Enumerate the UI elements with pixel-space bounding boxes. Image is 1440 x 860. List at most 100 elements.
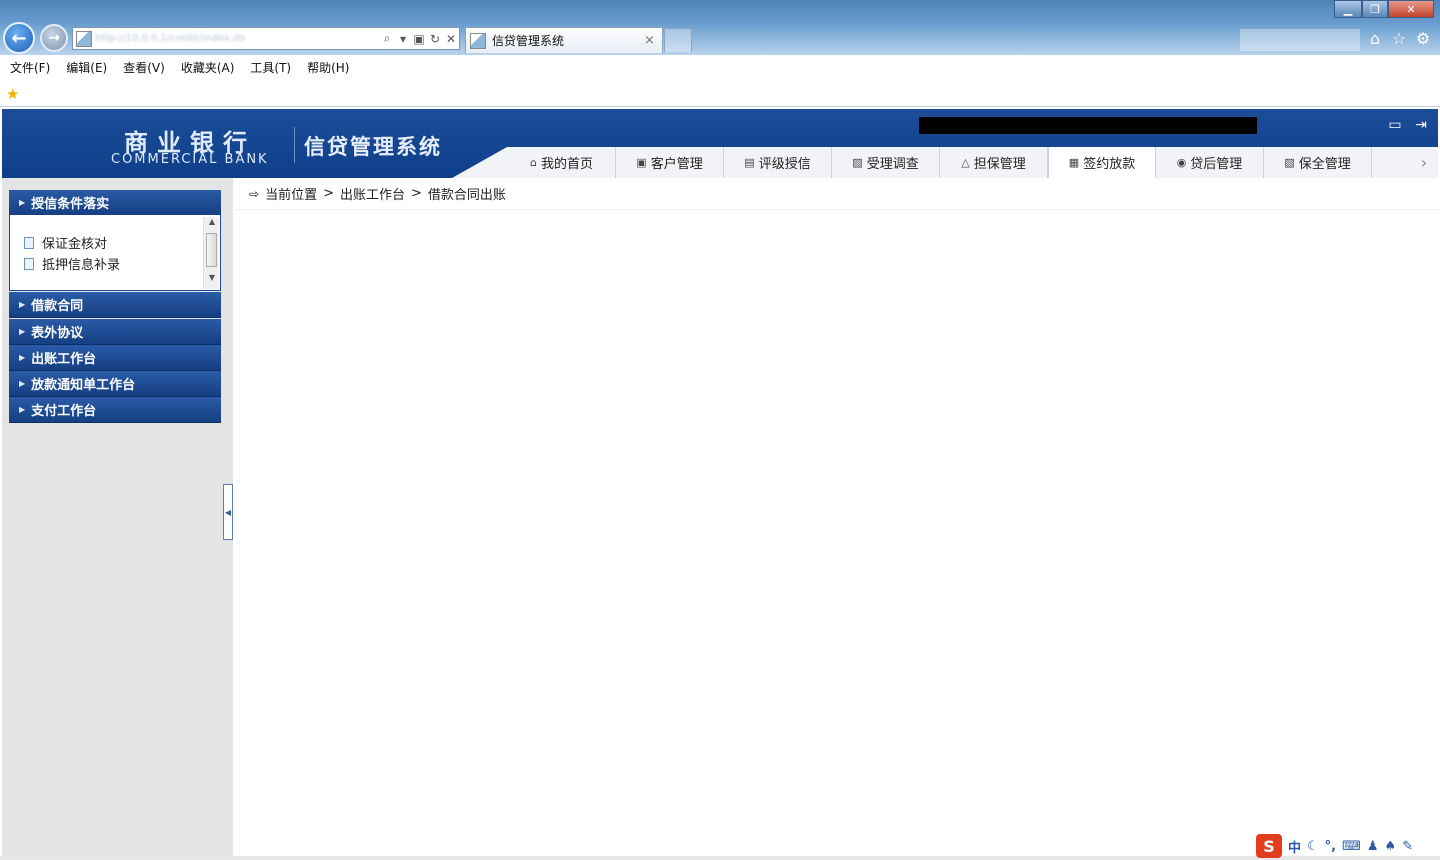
minimize-button[interactable]: ▁ — [1334, 0, 1362, 18]
sidebar-group-body: 保证金核对 抵押信息补录 ▲ ▼ — [9, 215, 221, 291]
favorites-star-icon[interactable]: ☆ — [1389, 29, 1409, 49]
sidebar-group-loan-contract[interactable]: ▶ 借款合同 — [9, 292, 221, 318]
document-icon — [24, 257, 34, 270]
back-button[interactable]: ← — [3, 22, 35, 54]
app-header: 商业银行 COMMERCIAL BANK 信贷管理系统 ▭ ⇥ ⌂ 我的首页 ▣ 客… — [2, 109, 1438, 178]
sidebar-item-mortgage-info[interactable]: 抵押信息补录 — [24, 254, 120, 273]
tab-customer[interactable]: ▣ 客户管理 — [616, 147, 724, 178]
ime-mode[interactable]: 中 — [1288, 837, 1301, 856]
tab-preservation[interactable]: ▧ 保全管理 — [1264, 147, 1372, 178]
arrow-right-icon: → — [48, 30, 60, 46]
sidebar-scrollbar[interactable]: ▲ ▼ — [203, 217, 219, 289]
breadcrumb: ⇨ 当前位置 > 出账工作台 > 借款合同出账 — [235, 178, 1438, 210]
address-bar[interactable]: http://10.0.0.1/credit/index.do ⌕ ▾ ▣ ↻ … — [72, 27, 460, 50]
triangle-left-icon: ◀ — [224, 507, 232, 517]
menu-file[interactable]: 文件(F) — [10, 59, 50, 76]
nav-scroll-right-icon[interactable]: › — [1410, 147, 1438, 178]
favorites-bar: ★ — [0, 79, 1440, 107]
document-icon — [24, 236, 34, 249]
menu-favorites[interactable]: 收藏夹(A) — [181, 59, 235, 76]
menu-help[interactable]: 帮助(H) — [307, 59, 349, 76]
keyboard-icon[interactable]: ⌨ — [1342, 839, 1361, 854]
sidebar-group-payment-desk[interactable]: ▶ 支付工作台 — [9, 397, 221, 423]
rating-icon: ▤ — [744, 156, 755, 169]
tab-rating[interactable]: ▤ 评级授信 — [724, 147, 832, 178]
tab-favicon-icon — [470, 32, 486, 49]
system-title: 信贷管理系统 — [304, 135, 442, 159]
status-strip — [0, 856, 1440, 860]
customer-icon: ▣ — [636, 156, 647, 169]
tab-guarantee[interactable]: △ 担保管理 — [940, 147, 1048, 178]
blurred-search-area — [1240, 29, 1360, 51]
gear-icon[interactable]: ⚙ — [1413, 29, 1433, 49]
skin-icon[interactable]: ♠ — [1385, 839, 1397, 854]
moon-icon[interactable]: ☾ — [1307, 839, 1319, 854]
maximize-button[interactable]: ❐ — [1362, 0, 1388, 18]
address-text[interactable]: http://10.0.0.1/credit/index.do — [95, 33, 379, 44]
refresh-icon[interactable]: ↻ — [427, 32, 443, 46]
main-content — [235, 211, 1438, 858]
sidebar-group-offbalance[interactable]: ▶ 表外协议 — [9, 319, 221, 345]
scroll-down-icon[interactable]: ▼ — [204, 273, 220, 287]
close-window-button[interactable]: ✕ — [1388, 0, 1434, 18]
logo-divider — [294, 127, 295, 163]
dropdown-icon[interactable]: ▾ — [395, 32, 411, 46]
ime-logo[interactable]: S — [1256, 834, 1282, 858]
new-tab-button[interactable] — [664, 28, 692, 52]
tab-title: 信贷管理系统 — [492, 34, 565, 48]
tab-contract-loan[interactable]: ▦ 签约放款 — [1048, 147, 1156, 178]
tab-close-icon[interactable]: × — [644, 33, 662, 48]
breadcrumb-prefix: 当前位置 — [265, 188, 318, 203]
add-favorites-icon[interactable]: ★ — [6, 85, 19, 103]
sidebar-item-deposit-check[interactable]: 保证金核对 — [24, 233, 107, 252]
search-icon[interactable]: ⌕ — [379, 31, 395, 46]
contract-icon: ▦ — [1068, 156, 1080, 169]
home-toolbar-icon[interactable]: ⌂ — [1365, 29, 1385, 49]
location-icon: ⇨ — [249, 186, 260, 201]
page-favicon-icon — [76, 30, 92, 47]
sidebar-group-notice-desk[interactable]: ▶ 放款通知单工作台 — [9, 371, 221, 397]
tab-postloan[interactable]: ◉ 贷后管理 — [1156, 147, 1264, 178]
triangle-right-icon: ▶ — [19, 198, 26, 207]
stop-icon[interactable]: ✕ — [443, 32, 459, 46]
browser-menubar: 文件(F) 编辑(E) 查看(V) 收藏夹(A) 工具(T) 帮助(H) — [0, 55, 1440, 79]
minimize-icon: ▁ — [1343, 2, 1353, 16]
preservation-icon: ▧ — [1284, 156, 1295, 169]
ime-toolbar: S 中 ☾ °, ⌨ ♟ ♠ ✎ — [1256, 834, 1436, 858]
breadcrumb-level1[interactable]: 出账工作台 — [340, 184, 405, 203]
menu-tools[interactable]: 工具(T) — [250, 59, 291, 76]
sidebar-group-disbursement-desk[interactable]: ▶ 出账工作台 — [9, 345, 221, 371]
scroll-up-icon[interactable]: ▲ — [204, 217, 220, 231]
postloan-icon: ◉ — [1176, 156, 1187, 169]
guarantee-icon: △ — [961, 156, 970, 169]
monitor-icon[interactable]: ▭ — [1386, 117, 1404, 133]
tab-survey[interactable]: ▨ 受理调查 — [832, 147, 940, 178]
browser-titlebar: ← → http://10.0.0.1/credit/index.do ⌕ ▾ … — [0, 0, 1440, 55]
redacted-user-info — [919, 117, 1257, 134]
scroll-thumb[interactable] — [206, 233, 217, 267]
punctuation-icon[interactable]: °, — [1325, 839, 1336, 854]
survey-icon: ▨ — [852, 156, 863, 169]
forward-button[interactable]: → — [40, 24, 68, 52]
triangle-right-icon: ▶ — [19, 353, 26, 362]
triangle-right-icon: ▶ — [19, 379, 26, 388]
restore-icon: ❐ — [1370, 2, 1380, 16]
breadcrumb-sep: > — [411, 186, 422, 201]
bank-logo-en: COMMERCIAL BANK — [111, 152, 269, 167]
home-icon: ⌂ — [530, 156, 537, 169]
arrow-left-icon: ← — [11, 27, 27, 49]
breadcrumb-level2: 借款合同出账 — [427, 188, 506, 203]
sidebar-collapse-handle[interactable]: ◀ — [223, 484, 233, 540]
triangle-right-icon: ▶ — [19, 300, 26, 309]
menu-view[interactable]: 查看(V) — [123, 59, 165, 76]
tab-home[interactable]: ⌂ 我的首页 — [508, 147, 616, 178]
compat-view-icon[interactable]: ▣ — [411, 32, 427, 46]
wrench-icon[interactable]: ✎ — [1402, 839, 1413, 854]
logout-icon[interactable]: ⇥ — [1412, 117, 1430, 133]
user-icon[interactable]: ♟ — [1367, 839, 1379, 854]
menu-edit[interactable]: 编辑(E) — [66, 59, 107, 76]
browser-tab[interactable]: 信贷管理系统 × — [465, 27, 663, 53]
close-icon: ✕ — [1406, 2, 1416, 16]
triangle-right-icon: ▶ — [19, 327, 26, 336]
sidebar-group-credit-conditions[interactable]: ▶ 授信条件落实 — [9, 190, 221, 216]
